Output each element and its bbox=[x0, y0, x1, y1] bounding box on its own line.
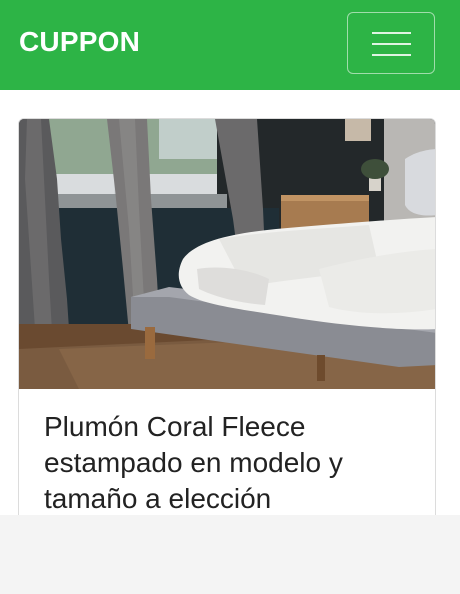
top-navbar: CUPPON bbox=[0, 0, 460, 90]
product-card[interactable]: Plumón Coral Fleece estampado en modelo … bbox=[18, 118, 436, 515]
page-bottom-area bbox=[0, 515, 460, 594]
menu-toggle-button[interactable] bbox=[347, 12, 435, 74]
hamburger-menu-icon bbox=[372, 32, 411, 34]
product-image[interactable] bbox=[19, 119, 436, 389]
hamburger-menu-icon bbox=[372, 43, 411, 45]
brand-logo[interactable]: CUPPON bbox=[19, 26, 140, 58]
hamburger-menu-icon bbox=[372, 54, 411, 56]
main-content: Plumón Coral Fleece estampado en modelo … bbox=[0, 90, 460, 515]
product-title[interactable]: Plumón Coral Fleece estampado en modelo … bbox=[44, 409, 414, 515]
